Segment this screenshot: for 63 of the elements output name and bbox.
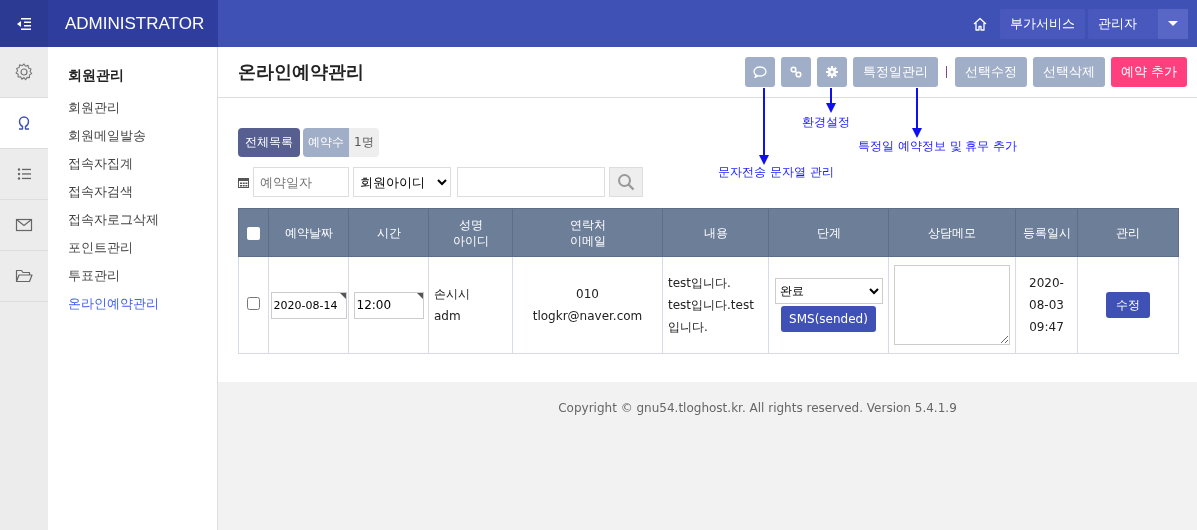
column-header: 성명 아이디 bbox=[428, 208, 513, 257]
toolbar-button[interactable] bbox=[816, 57, 847, 87]
sidebar-item[interactable]: 온라인예약관리 bbox=[68, 293, 217, 321]
memo-field[interactable] bbox=[894, 265, 1010, 345]
menu-button[interactable] bbox=[0, 0, 48, 47]
stage-select[interactable]: 완료 bbox=[774, 278, 883, 304]
menu-icon bbox=[17, 17, 31, 30]
column-header: 시간 bbox=[348, 208, 429, 257]
sidebar-item[interactable]: 투표관리 bbox=[68, 265, 217, 293]
search-field[interactable] bbox=[457, 167, 605, 197]
toolbar-button[interactable] bbox=[744, 57, 775, 87]
date-field[interactable]: 예약일자 bbox=[253, 167, 349, 197]
edit-button[interactable]: 수정 bbox=[1106, 292, 1150, 318]
annotation-label: 문자전송 문자열 관리 bbox=[718, 165, 834, 179]
registered-date: 2020-08-03 09:47 bbox=[1029, 276, 1064, 334]
sms-button[interactable]: SMS(sended) bbox=[781, 306, 876, 332]
sidebar-item[interactable]: 접속자집계 bbox=[68, 153, 217, 181]
row-checkbox[interactable] bbox=[247, 297, 260, 310]
column-header: 등록일시 bbox=[1015, 208, 1078, 257]
home-icon[interactable] bbox=[973, 16, 987, 31]
time-input[interactable]: 12:00 bbox=[353, 291, 424, 319]
content-text: test입니다. bbox=[668, 275, 732, 292]
page-title: 온라인예약관리 bbox=[238, 60, 364, 84]
column-header: 내용 bbox=[662, 208, 769, 257]
phone-text: 010 bbox=[575, 286, 600, 303]
count-label: 예약수 bbox=[303, 128, 349, 157]
gear-icon bbox=[14, 62, 34, 82]
sidebar-item[interactable]: 회원관리 bbox=[68, 97, 217, 125]
column-header: 단계 bbox=[768, 208, 889, 257]
all-list-button[interactable]: 전체목록 bbox=[238, 128, 300, 157]
annotation-label: 환경설정 bbox=[802, 115, 850, 129]
gear-icon bbox=[825, 66, 838, 78]
column-header: 상담메모 bbox=[888, 208, 1016, 257]
account-dropdown[interactable]: 관리자 bbox=[1088, 8, 1188, 39]
calendar-icon bbox=[238, 176, 249, 188]
toolbar-button[interactable] bbox=[780, 57, 811, 87]
caret-icon bbox=[1168, 20, 1178, 27]
sidebar-title: 회원관리 bbox=[68, 67, 125, 85]
name-text: 손시시 bbox=[434, 286, 471, 303]
sidebar-item[interactable]: 회원메일발송 bbox=[68, 125, 217, 153]
speech-icon bbox=[752, 66, 767, 78]
column-header: 연락처 이메일 bbox=[512, 208, 663, 257]
column-header: 예약날짜 bbox=[268, 208, 349, 257]
sidebar-item[interactable]: 포인트관리 bbox=[68, 237, 217, 265]
arrow bbox=[826, 88, 836, 113]
email-text: tlogkr@naver.com bbox=[531, 308, 644, 325]
date-input[interactable]: 2020-08-14 bbox=[270, 291, 347, 319]
arrow bbox=[912, 88, 922, 138]
count-value: 1명 bbox=[349, 128, 379, 157]
top-link-button[interactable]: 부가서비스 bbox=[1000, 8, 1085, 39]
copyright-text: Copyright © gnu54.tloghost.kr. All rights reserved. Version 5.4.1.9 bbox=[558, 401, 957, 415]
link-icon bbox=[789, 66, 802, 78]
search-button[interactable] bbox=[609, 167, 643, 197]
annotation-label: 특정일 예약정보 및 휴무 추가 bbox=[858, 139, 1018, 153]
brand-title: ADMINISTRATOR bbox=[48, 0, 218, 47]
column-header: 관리 bbox=[1077, 208, 1179, 257]
sidebar-item[interactable]: 접속자검색 bbox=[68, 181, 217, 209]
id-text: adm bbox=[434, 308, 462, 325]
select-all-checkbox[interactable] bbox=[247, 226, 260, 240]
sidebar-item[interactable]: 접속자로그삭제 bbox=[68, 209, 217, 237]
search-icon bbox=[617, 173, 635, 191]
field-select[interactable]: 회원아이디 bbox=[353, 167, 451, 197]
content-text: test입니다.test입니다. bbox=[668, 297, 755, 336]
